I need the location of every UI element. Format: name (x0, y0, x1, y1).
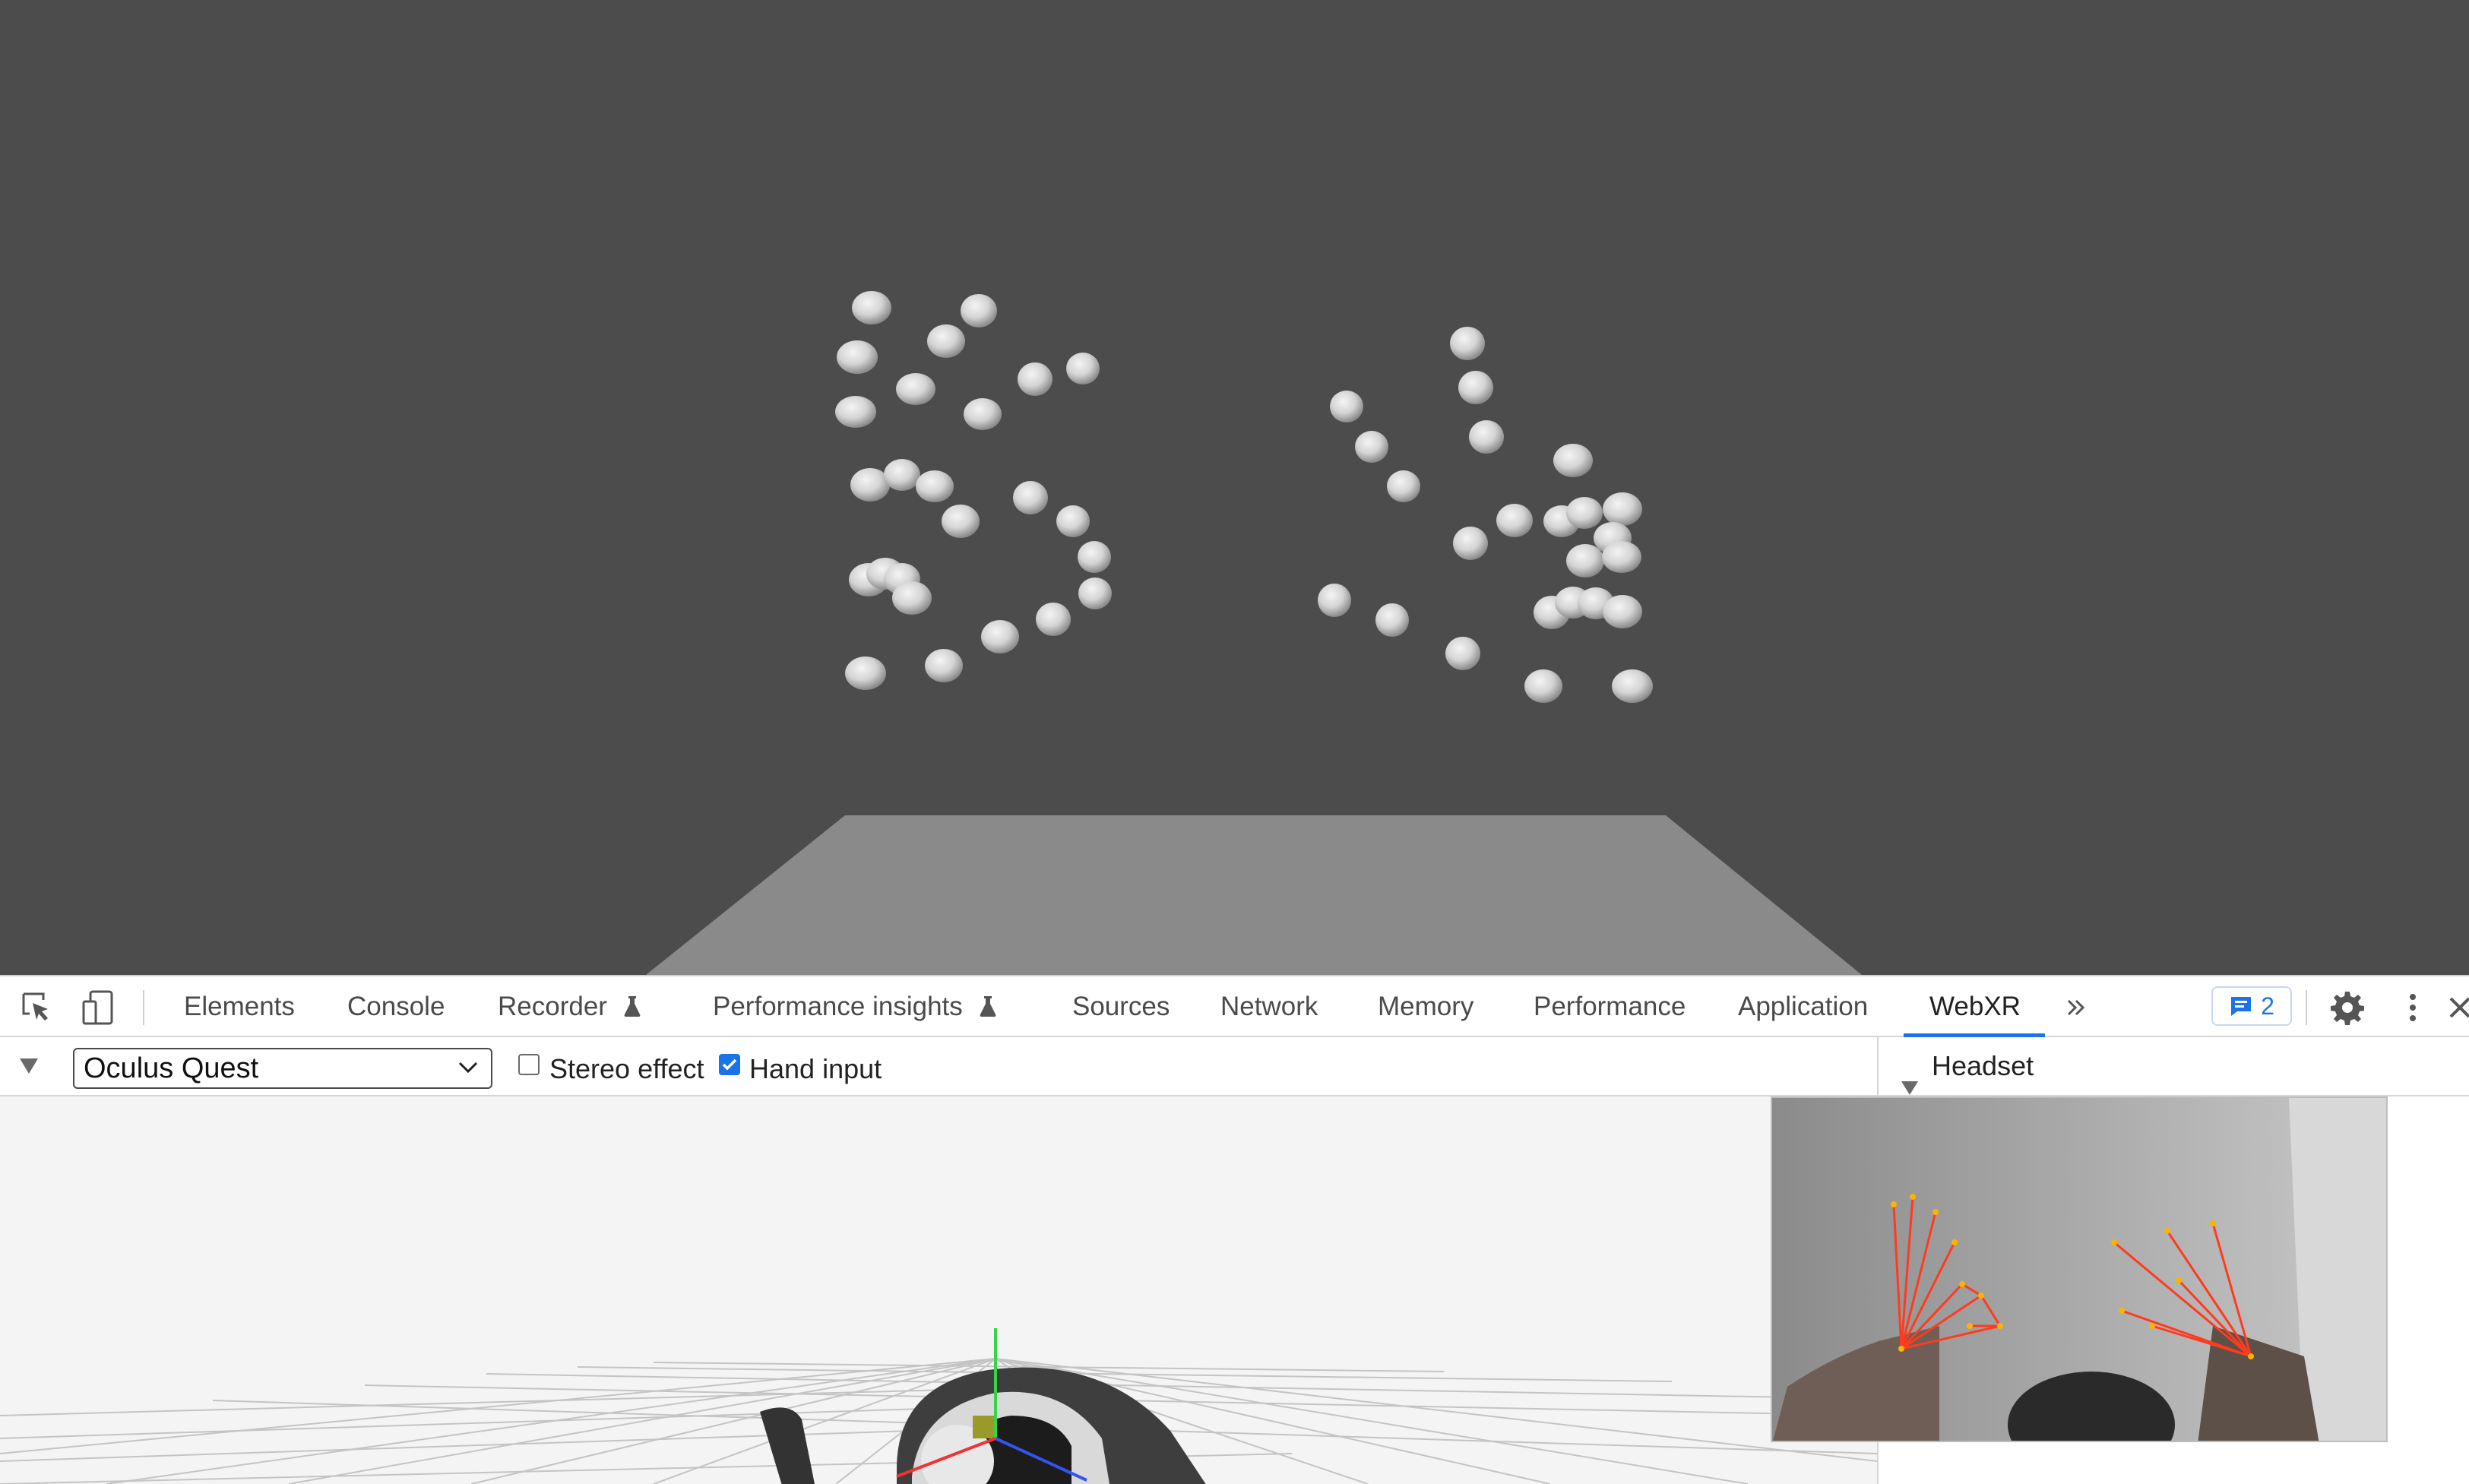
checkmark-icon (722, 1058, 737, 1071)
issues-counter-button[interactable]: 2 (2211, 986, 2292, 1026)
webxr-scene-canvas[interactable] (0, 0, 2469, 975)
scene-graphics (646, 291, 1862, 975)
tab-elements[interactable]: Elements (184, 976, 295, 1037)
tab-console[interactable]: Console (347, 976, 445, 1037)
floor-plane (646, 815, 1862, 975)
tab-recorder[interactable]: Recorder (498, 976, 641, 1037)
tab-sources[interactable]: Sources (1072, 976, 1170, 1037)
device-view-graphics (0, 1328, 1877, 1484)
hand-tracking-camera-preview (1771, 1096, 2388, 1442)
tab-performance[interactable]: Performance (1534, 976, 1686, 1037)
device-toolbar-icon[interactable] (78, 987, 119, 1028)
experiment-flask-icon (624, 996, 641, 1017)
camera-feed-graphics (1772, 1098, 2386, 1441)
webxr-toolbar: Oculus Quest Stereo effect Hand input (0, 1037, 1877, 1096)
toolbar-divider (143, 990, 144, 1025)
inspect-element-icon[interactable] (17, 987, 58, 1028)
issues-chat-icon (2231, 997, 2252, 1016)
tab-performance-insights[interactable]: Performance insights (713, 976, 996, 1037)
chevron-down-icon (458, 1062, 478, 1074)
hand-input-checkbox[interactable] (719, 1054, 740, 1075)
devtools-tab-bar: Elements Console Recorder Performance in… (0, 975, 2469, 1037)
experiment-flask-icon (980, 996, 996, 1017)
headset-section-header[interactable]: Headset (1879, 1037, 2469, 1096)
issues-count: 2 (2261, 992, 2274, 1020)
toolbar-divider (2306, 990, 2307, 1025)
sphere-cluster-left (835, 291, 1112, 690)
hand-input-label: Hand input (749, 1053, 882, 1084)
chevron-double-right-icon[interactable] (2056, 987, 2097, 1028)
tab-application[interactable]: Application (1738, 976, 1868, 1037)
stereo-effect-checkbox[interactable] (518, 1054, 540, 1075)
device-select-value: Oculus Quest (84, 1052, 259, 1084)
device-3d-view[interactable] (0, 1096, 1877, 1484)
tab-memory[interactable]: Memory (1378, 976, 1473, 1037)
gear-icon[interactable] (2327, 987, 2368, 1028)
tab-webxr[interactable]: WebXR (1929, 976, 2021, 1037)
collapse-triangle-icon[interactable] (18, 1057, 40, 1079)
close-icon[interactable] (2448, 987, 2469, 1028)
device-select[interactable]: Oculus Quest (73, 1048, 492, 1089)
kebab-menu-icon[interactable] (2392, 987, 2433, 1028)
sphere-cluster-right (1318, 327, 1653, 703)
stereo-effect-label: Stereo effect (549, 1053, 704, 1084)
tab-network[interactable]: Network (1220, 976, 1318, 1037)
headset-title: Headset (1932, 1050, 2034, 1081)
